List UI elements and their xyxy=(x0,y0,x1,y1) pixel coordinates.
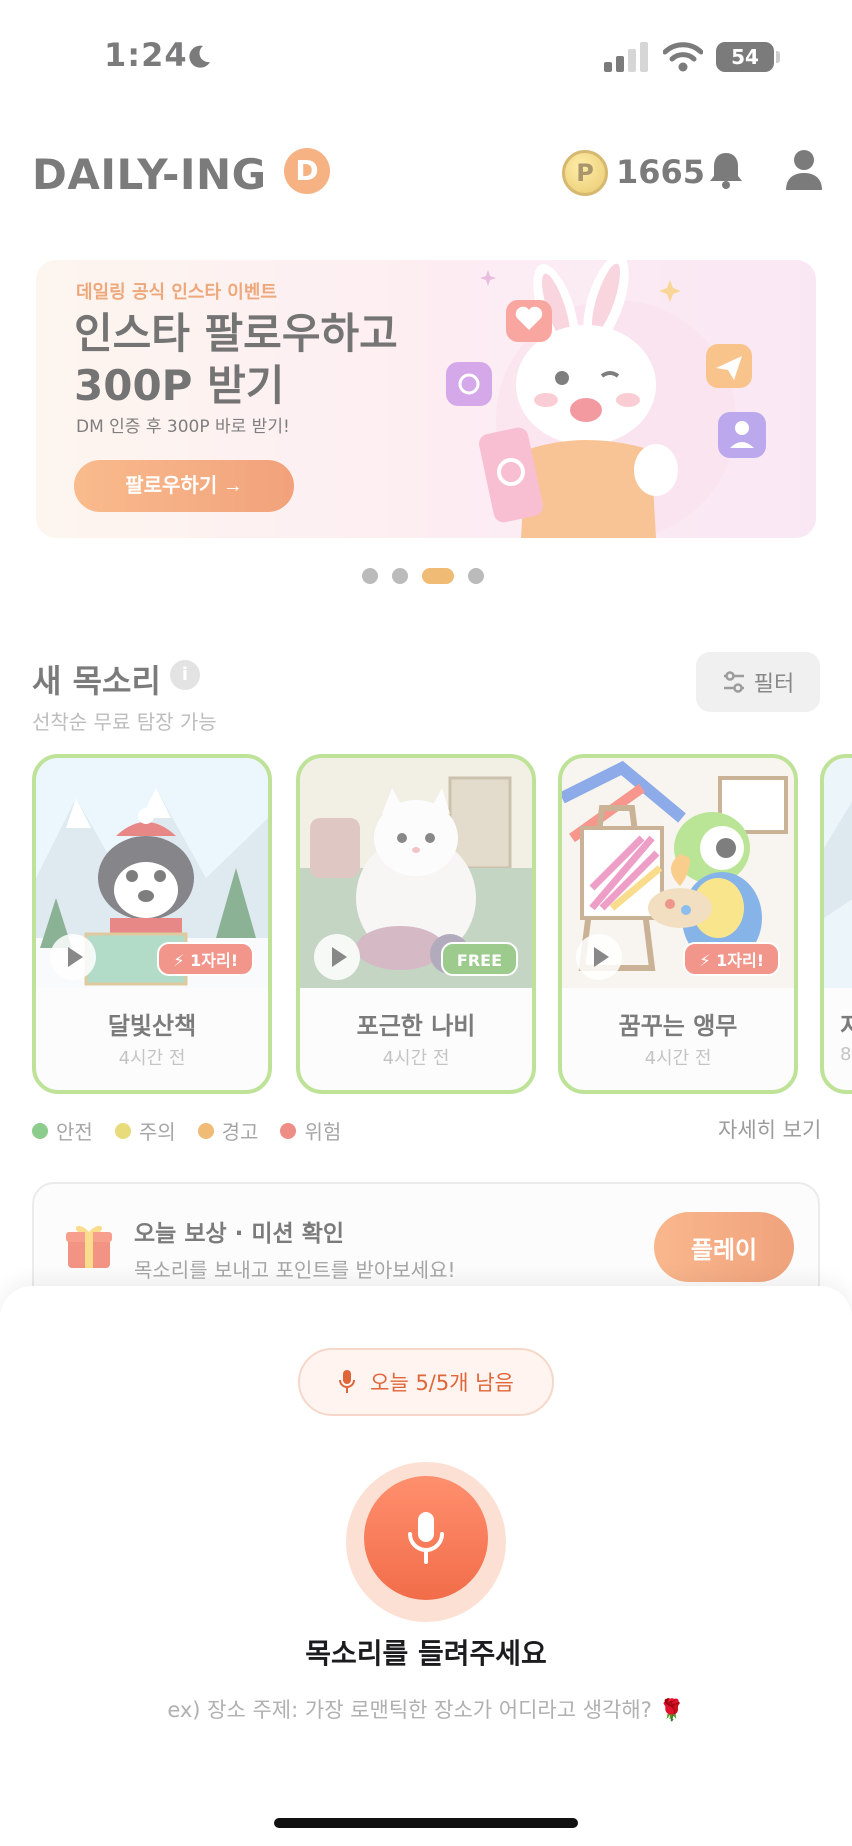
voice-record-sheet: 오늘 5/5개 남음 목소리를 들려주세요 ex) 장소 주제: 가장 로맨틱한… xyxy=(0,1286,852,1846)
prompt-title: 목소리를 들려주세요 xyxy=(305,1637,547,1670)
remaining-count-text: 오늘 5/5개 남음 xyxy=(370,1371,514,1395)
microphone-icon xyxy=(408,1512,444,1564)
remaining-count-pill: 오늘 5/5개 남음 xyxy=(298,1348,554,1416)
mic-small-icon xyxy=(339,1370,356,1393)
home-indicator xyxy=(274,1818,578,1828)
prompt-hint: ex) 장소 주제: 가장 로맨틱한 장소가 어디라고 생각해? 🌹 xyxy=(167,1698,685,1722)
record-mic-button[interactable] xyxy=(364,1476,488,1600)
